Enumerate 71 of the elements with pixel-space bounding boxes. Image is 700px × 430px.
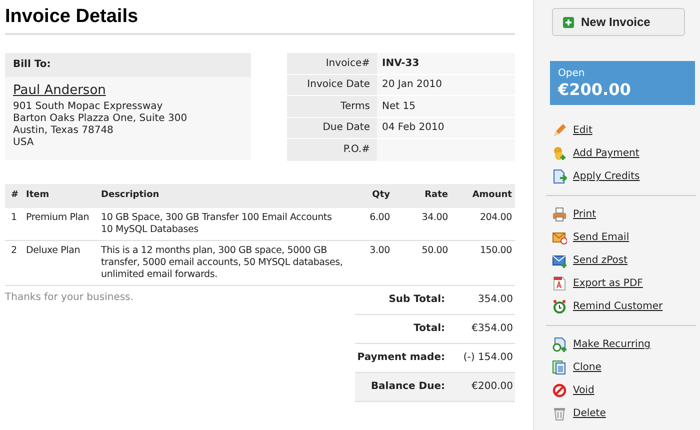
- new-invoice-button[interactable]: New Invoice: [552, 8, 685, 36]
- printer-icon: [552, 207, 567, 222]
- column-header: Qty: [372, 190, 390, 200]
- action-link[interactable]: Apply Credits: [573, 169, 640, 184]
- status-label: Open: [558, 68, 586, 80]
- bill-to-heading: Bill To:: [5, 53, 251, 77]
- action-link[interactable]: Send zPost: [573, 253, 628, 268]
- field-value: 20 Jan 2010: [381, 78, 442, 92]
- customer-link[interactable]: Paul Anderson: [13, 82, 243, 99]
- action-link[interactable]: Make Recurring: [573, 337, 651, 352]
- table-cell: 34.00: [422, 212, 448, 222]
- action-link[interactable]: Edit: [573, 123, 592, 138]
- table-cell: 3.00: [370, 244, 390, 256]
- column-header: Description: [101, 190, 160, 200]
- action-link[interactable]: Clone: [573, 360, 602, 375]
- action-link[interactable]: Void: [573, 383, 594, 398]
- total-label: Sub Total:: [388, 293, 445, 307]
- table-cell: Deluxe Plan: [26, 244, 80, 256]
- coin-plus-icon: [552, 146, 567, 161]
- column-header: Item: [26, 190, 50, 200]
- document-clock-icon: [552, 337, 567, 352]
- total-value: (-) 154.00: [462, 351, 514, 365]
- document-copy-icon: [552, 360, 567, 375]
- column-header: #: [11, 190, 19, 200]
- address-line: Barton Oaks Plazza One, Suite 300: [13, 113, 188, 125]
- address-line: USA: [13, 137, 35, 149]
- table-cell: 150.00: [480, 244, 512, 256]
- envelope-plus-icon: [552, 253, 567, 268]
- table-cell: 50.00: [422, 244, 448, 256]
- plus-icon: [563, 16, 574, 28]
- action-link[interactable]: Export as PDF: [573, 276, 643, 291]
- total-label: Balance Due:: [370, 380, 445, 394]
- document-arrow-icon: [552, 169, 567, 184]
- field-label: Invoice#: [326, 56, 370, 71]
- table-cell: 2: [11, 244, 17, 256]
- notes-text: Thanks for your business.: [5, 290, 134, 304]
- address-line: Austin, Texas 78748: [13, 125, 114, 137]
- total-value: €200.00: [470, 380, 514, 394]
- action-link[interactable]: Print: [573, 207, 596, 222]
- trash-icon: [552, 406, 567, 421]
- table-cell: Premium Plan: [26, 212, 90, 222]
- prohibited-icon: [552, 383, 567, 398]
- field-value: Net 15: [381, 100, 416, 114]
- field-label: Invoice Date: [307, 78, 370, 92]
- total-value: €354.00: [470, 322, 514, 336]
- envelope-icon: [552, 230, 567, 245]
- action-link[interactable]: Send Email: [573, 230, 630, 245]
- pencil-icon: [552, 123, 567, 138]
- table-cell: 1: [11, 212, 17, 222]
- total-label: Payment made:: [357, 351, 445, 365]
- action-link[interactable]: Delete: [573, 406, 606, 421]
- field-label: Due Date: [322, 121, 370, 136]
- total-label: Total:: [414, 322, 445, 336]
- action-link[interactable]: Add Payment: [573, 146, 640, 161]
- table-cell: 204.00: [480, 212, 512, 222]
- total-value: 354.00: [477, 293, 514, 307]
- field-label: P.O.#: [343, 143, 370, 158]
- field-value: INV-33: [381, 56, 420, 71]
- field-value: 04 Feb 2010: [381, 121, 444, 136]
- address-line: 901 South Mopac Expressway: [13, 101, 164, 113]
- table-cell: 6.00: [370, 212, 390, 222]
- column-header: Amount: [472, 190, 512, 200]
- column-header: Rate: [424, 190, 448, 200]
- page-title: Invoice Details: [5, 6, 140, 28]
- table-cell: This is a 12 months plan, 300 GB space, 5000 GB transfer, 5000 email accounts, 50 MYSQL databases, unlimited email forwards.: [101, 244, 343, 280]
- alarm-clock-icon: [552, 299, 567, 314]
- field-label: Terms: [340, 100, 370, 114]
- pdf-document-icon: [552, 276, 567, 291]
- balance-amount: €200.00: [558, 80, 632, 100]
- table-cell: 10 GB Space, 300 GB Transfer 100 Email Accounts 10 MySQL Databases: [101, 212, 332, 234]
- action-link[interactable]: Remind Customer: [573, 299, 663, 314]
